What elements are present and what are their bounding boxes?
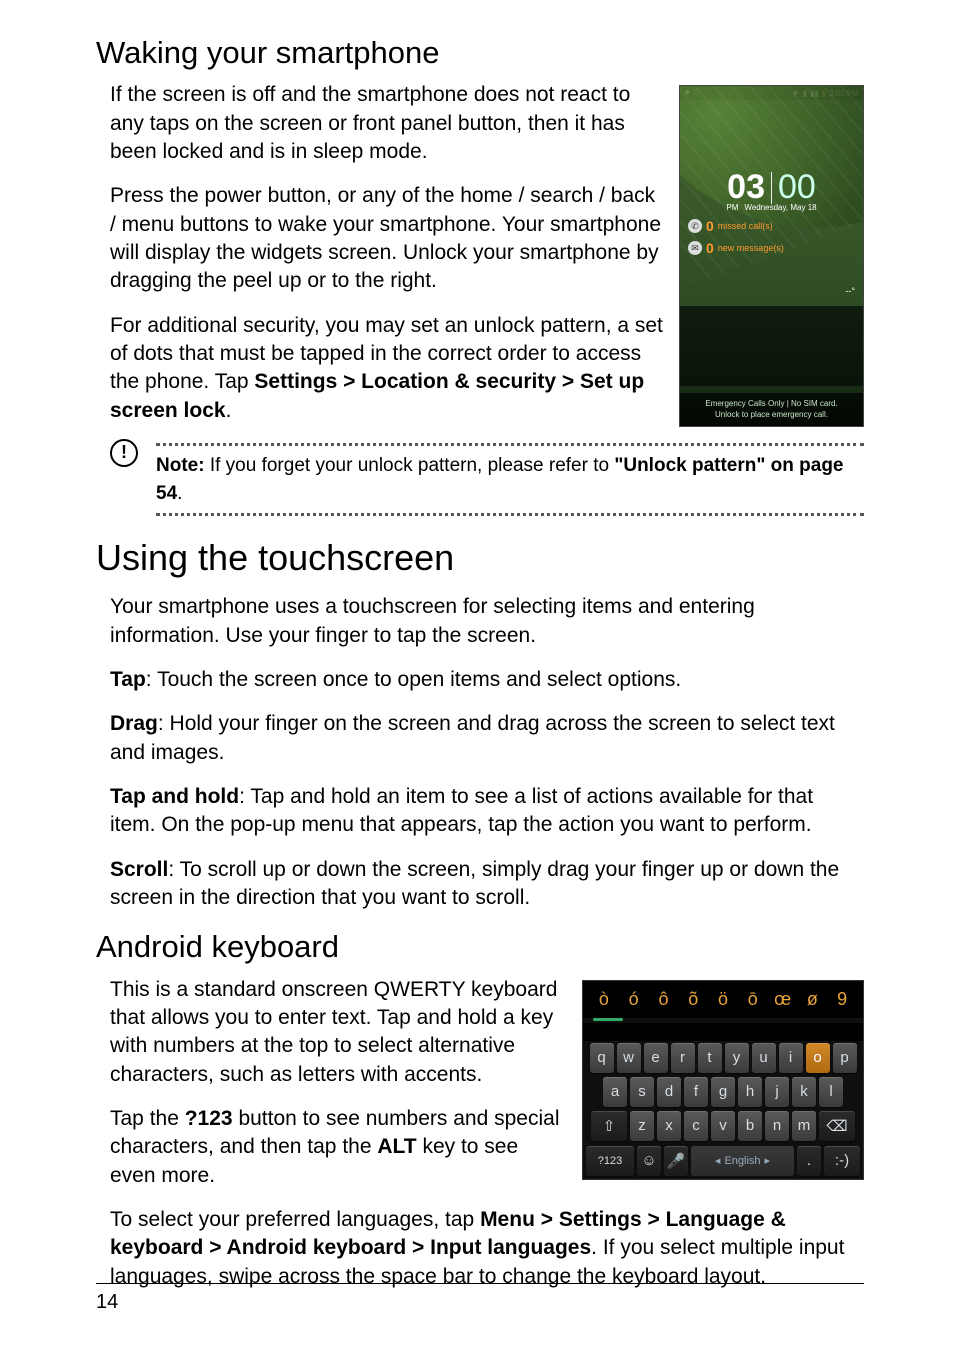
footer-line1: Emergency Calls Only | No SIM card. [682, 399, 861, 409]
shift-key: ⇧ [591, 1111, 627, 1141]
keyboard-figure: òó ôõ öō œø 9 qw er ty ui op as df gh jk… [582, 980, 864, 1180]
clock-ampm: PM [726, 203, 738, 212]
message-icon: ✉ [688, 241, 702, 255]
touch-scroll: Scroll: To scroll up or down the screen,… [96, 856, 864, 913]
msg-count: 0 [706, 240, 714, 256]
page-number: 14 [96, 1291, 118, 1314]
globe-key: ☺ [637, 1146, 661, 1176]
clock-date: Wednesday, May 18 [744, 203, 816, 212]
kbd-p3: To select your preferred languages, tap … [96, 1206, 864, 1291]
heading-keyboard: Android keyboard [96, 928, 864, 965]
lockscreen-figure: ✱ ⎋ ▼ ▮ ▮▮ ▮ 3:00 PM 03 00 PM Wednesday,… [679, 85, 864, 427]
footer-line2: Unlock to place emergency call. [682, 410, 861, 420]
phone-icon: ✆ [688, 219, 702, 233]
symbols-key: ?123 [586, 1146, 634, 1176]
mic-key: 🎤 [664, 1146, 688, 1176]
note-text: Note: If you forget your unlock pattern,… [156, 452, 864, 507]
clock-minutes: 00 [778, 168, 816, 207]
clock-hours: 03 [727, 168, 765, 207]
heading-waking: Waking your smartphone [96, 34, 864, 71]
backspace-key: ⌫ [819, 1111, 855, 1141]
note-block: ! Note: If you forget your unlock patter… [96, 443, 864, 516]
space-key: ◂ English ▸ [691, 1146, 794, 1176]
period-key: . [797, 1146, 821, 1176]
note-icon: ! [110, 439, 138, 467]
touch-tap: Tap: Touch the screen once to open items… [96, 666, 864, 694]
heading-touchscreen: Using the touchscreen [96, 536, 864, 579]
msg-label: new message(s) [718, 243, 784, 253]
touch-drag: Drag: Hold your finger on the screen and… [96, 710, 864, 767]
missed-count: 0 [706, 218, 714, 234]
accent-row: òó ôõ öō œø 9 [583, 981, 863, 1018]
weather-temp: --° [828, 286, 855, 296]
smile-key: :-) [824, 1146, 860, 1176]
page-rule [96, 1283, 864, 1284]
missed-label: missed call(s) [718, 221, 773, 231]
touch-p1: Your smartphone uses a touchscreen for s… [96, 593, 864, 650]
touch-taphold: Tap and hold: Tap and hold an item to se… [96, 783, 864, 840]
